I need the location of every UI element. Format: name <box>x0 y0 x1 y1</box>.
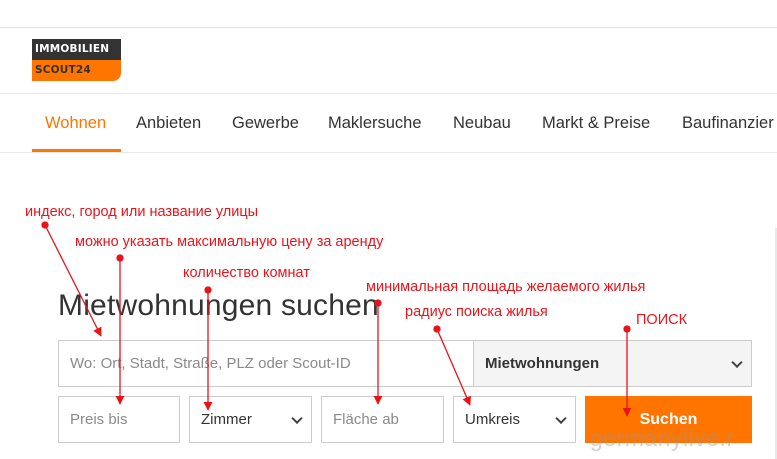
logo-line-2: SCOUT24 <box>32 60 121 81</box>
price-input[interactable]: Preis bis <box>58 396 180 443</box>
nav-item-markt-preise[interactable]: Markt & Preise <box>542 94 650 152</box>
annotation-radius: радиус поиска жилья <box>405 304 548 320</box>
nav-item-baufinanzierung[interactable]: Baufinanzier <box>682 94 774 152</box>
radius-value: Umkreis <box>465 411 520 428</box>
nav-item-maklersuche[interactable]: Maklersuche <box>328 94 422 152</box>
search-title: Mietwohnungen suchen <box>58 289 379 322</box>
header: IMMOBILIEN SCOUT24 <box>0 28 777 94</box>
rooms-value: Zimmer <box>201 411 252 428</box>
annotation-submit: ПОИСК <box>636 312 688 328</box>
nav-item-anbieten[interactable]: Anbieten <box>136 94 201 152</box>
chevron-down-icon <box>291 412 303 424</box>
nav-item-wohnen[interactable]: Wohnen <box>31 94 122 152</box>
chevron-down-icon <box>555 412 567 424</box>
main-nav: Wohnen Anbieten Gewerbe Maklersuche Neub… <box>0 94 777 153</box>
immobilienscout24-logo[interactable]: IMMOBILIEN SCOUT24 <box>32 39 121 81</box>
logo-line-1: IMMOBILIEN <box>32 39 121 60</box>
property-type-select[interactable]: Mietwohnungen <box>473 340 752 387</box>
top-bar <box>0 0 777 28</box>
nav-item-neubau[interactable]: Neubau <box>453 94 511 152</box>
rooms-select[interactable]: Zimmer <box>189 396 312 443</box>
annotation-rooms: количество комнат <box>183 265 310 281</box>
property-type-value: Mietwohnungen <box>485 355 600 372</box>
nav-item-gewerbe[interactable]: Gewerbe <box>232 94 299 152</box>
chevron-down-icon <box>731 356 743 368</box>
radius-select[interactable]: Umkreis <box>453 396 576 443</box>
location-input[interactable]: Wo: Ort, Stadt, Straße, PLZ oder Scout-I… <box>58 340 474 387</box>
annotation-location: индекс, город или название улицы <box>25 204 259 220</box>
annotation-area: минимальная площадь желаемого жилья <box>366 279 646 295</box>
area-input[interactable]: Fläche ab <box>321 396 444 443</box>
watermark: germanylive.r <box>590 425 735 451</box>
annotation-price: можно указать максимальную цену за аренд… <box>75 234 384 250</box>
